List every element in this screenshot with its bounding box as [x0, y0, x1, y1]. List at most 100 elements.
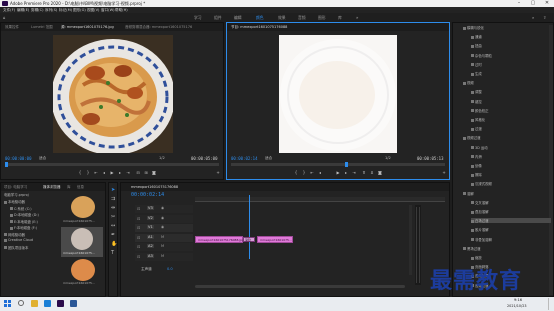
source-timecode-current[interactable]: 00:00:00:00: [5, 156, 32, 161]
workspace-learn[interactable]: 学习: [194, 15, 202, 21]
step-forward-icon[interactable]: ▸: [117, 170, 123, 175]
search-icon[interactable]: ⌕: [532, 15, 534, 20]
workspace-effects[interactable]: 效果: [278, 15, 286, 21]
timeline-vertical-scrollbar[interactable]: [409, 205, 412, 275]
step-back-icon[interactable]: ◂: [101, 170, 107, 175]
workspace-color[interactable]: 颜色: [256, 15, 264, 21]
lock-icon[interactable]: ⊡: [137, 206, 140, 211]
export-frame-icon[interactable]: ◙: [151, 170, 157, 175]
eye-icon[interactable]: ◉: [161, 225, 164, 229]
clip-v1-first[interactable]: mmexport1601075176088.jpg: [195, 236, 244, 243]
lock-icon[interactable]: ⊡: [137, 254, 140, 259]
tree-item[interactable]: C:系统 (C:): [10, 206, 32, 211]
workspace-audio[interactable]: 音频: [298, 15, 306, 21]
thumbnail-item[interactable]: mmexport1601075...: [63, 196, 103, 226]
show-desktop-button[interactable]: [548, 298, 553, 310]
hand-tool-icon[interactable]: ✋: [111, 241, 117, 247]
lock-icon[interactable]: ⊡: [137, 244, 140, 249]
selection-tool-icon[interactable]: ➤: [111, 187, 115, 193]
mark-in-icon[interactable]: {: [77, 170, 83, 175]
effects-item[interactable]: 胶片溶解: [471, 227, 489, 232]
tab-sequence[interactable]: mmexport1601075176088: [131, 185, 178, 189]
tab-project[interactable]: 项目: 电脑学习: [4, 185, 27, 190]
source-timeline-ruler[interactable]: [5, 163, 219, 166]
go-to-out-icon[interactable]: ⇥: [351, 170, 357, 175]
track-header[interactable]: ⊡ A3 M: [135, 252, 193, 261]
home-icon[interactable]: ⌂: [3, 15, 6, 20]
mark-in-icon[interactable]: {: [293, 170, 299, 175]
effects-item[interactable]: 白场过渡: [471, 218, 551, 224]
razor-tool-icon[interactable]: ✂: [111, 214, 115, 220]
step-forward-icon[interactable]: ▸: [343, 170, 349, 175]
workspace-graphics[interactable]: 图形: [318, 15, 326, 21]
word-taskbar-icon[interactable]: [70, 300, 77, 307]
track-header[interactable]: ⊡ A1 M: [135, 233, 193, 242]
tree-item[interactable]: 团队项目版本: [4, 245, 28, 250]
program-playhead[interactable]: [345, 162, 348, 167]
source-resolution-dropdown[interactable]: 1/2: [159, 156, 165, 160]
clip-v1-second[interactable]: mmexport1601075...: [257, 236, 293, 243]
tree-item[interactable]: Creative Cloud: [4, 238, 33, 243]
maximize-button[interactable]: ▢: [526, 0, 540, 7]
step-back-icon[interactable]: ◂: [317, 170, 323, 175]
eye-icon[interactable]: ◉: [161, 216, 164, 220]
lift-icon[interactable]: ⊼: [361, 170, 367, 175]
go-to-in-icon[interactable]: ⇤: [309, 170, 315, 175]
tree-item[interactable]: D:本地磁盘 (D:): [10, 212, 39, 217]
more-workspaces-icon[interactable]: »: [356, 15, 358, 20]
mute-icon[interactable]: M: [161, 254, 164, 258]
go-to-out-icon[interactable]: ⇥: [125, 170, 131, 175]
effects-item[interactable]: 模糊与锐化: [463, 25, 484, 30]
windows-start-icon[interactable]: [4, 300, 11, 307]
tab-source[interactable]: 源: mmexport1601075176.jpg: [61, 25, 114, 30]
source-playhead[interactable]: [5, 162, 8, 167]
tab-info[interactable]: 信息: [77, 185, 84, 190]
effects-item[interactable]: 扭曲: [471, 43, 482, 48]
type-tool-icon[interactable]: T: [111, 250, 114, 256]
effects-item[interactable]: 视频过渡: [463, 135, 481, 140]
effects-item[interactable]: 划像: [471, 163, 482, 168]
effects-item[interactable]: 3D 运动: [471, 145, 488, 150]
workspace-editing[interactable]: 编辑: [234, 15, 242, 21]
effects-item[interactable]: 内滑: [471, 154, 482, 159]
effects-item[interactable]: 键控: [471, 99, 482, 104]
master-volume-value[interactable]: 0.0: [167, 267, 173, 271]
eye-icon[interactable]: ◉: [161, 206, 164, 210]
add-button-icon[interactable]: +: [215, 170, 221, 175]
effects-item[interactable]: 颜色校正: [471, 108, 489, 113]
go-to-in-icon[interactable]: ⇤: [93, 170, 99, 175]
effects-item[interactable]: 溶解: [463, 191, 474, 196]
tab-libraries[interactable]: 库: [67, 185, 71, 190]
play-icon[interactable]: ▶: [335, 170, 341, 175]
overwrite-icon[interactable]: ⊞: [143, 170, 149, 175]
track-header[interactable]: ⊡ V3 ◉: [135, 205, 193, 213]
tab-program[interactable]: 节目: mmexport1601075176088: [231, 25, 287, 30]
lock-icon[interactable]: ⊡: [137, 225, 140, 230]
transition-cross-dissolve[interactable]: 渐隐: [243, 237, 255, 242]
tree-item[interactable]: F:本地磁盘 (F:): [10, 225, 37, 230]
effects-item[interactable]: 沉浸式视频: [471, 181, 492, 186]
quick-export-icon[interactable]: ⇪: [543, 15, 546, 20]
mute-icon[interactable]: M: [161, 244, 164, 248]
mark-out-icon[interactable]: }: [301, 170, 307, 175]
effects-item[interactable]: 过时: [471, 62, 482, 67]
thumbnail-item[interactable]: mmexport1601075...: [63, 259, 103, 285]
timeline-timecode[interactable]: 00:00:02:14: [131, 192, 164, 198]
file-explorer-icon[interactable]: [31, 300, 38, 307]
effects-item[interactable]: 叠加溶解: [471, 209, 489, 214]
premiere-taskbar-icon[interactable]: [57, 300, 64, 307]
effects-item[interactable]: 调整: [471, 89, 482, 94]
effects-item[interactable]: 擦除: [471, 172, 482, 177]
source-fit-dropdown[interactable]: 适合: [39, 156, 46, 161]
thumbnail-item-selected[interactable]: mmexport1601075...: [61, 227, 103, 257]
taskbar-search-icon[interactable]: [18, 300, 24, 306]
effects-item[interactable]: 过渡: [471, 126, 482, 131]
effects-item[interactable]: 视频: [463, 80, 474, 85]
track-header[interactable]: ⊡ V2 ◉: [135, 214, 193, 223]
effects-item[interactable]: 非叠加溶解: [471, 237, 492, 242]
minimize-button[interactable]: –: [512, 0, 526, 7]
mute-icon[interactable]: M: [161, 235, 164, 239]
timeline-horizontal-scrollbar[interactable]: [195, 285, 405, 288]
tab-audio-clip-mixer[interactable]: 音频剪辑混合器: mmexport1601075176: [125, 25, 192, 30]
extract-icon[interactable]: ⊻: [369, 170, 375, 175]
